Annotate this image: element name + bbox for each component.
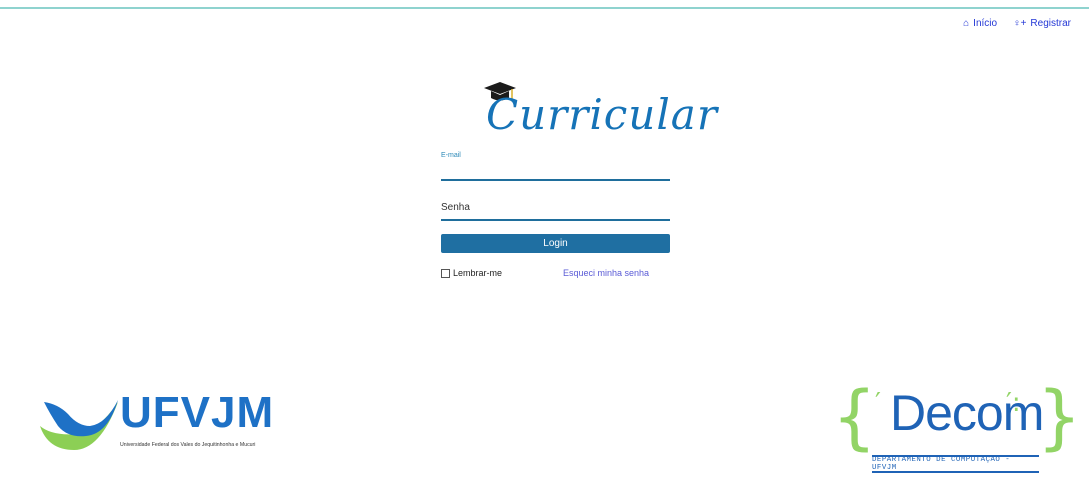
nav-register-label: Registrar: [1030, 18, 1071, 29]
decom-subtitle: DEPARTAMENTO DE COMPUTAÇÃO - UFVJM: [872, 455, 1039, 473]
nav-home-label: Início: [973, 18, 998, 29]
remember-label: Lembrar-me: [453, 268, 503, 278]
password-field[interactable]: Senha: [441, 196, 670, 221]
ufvjm-logo: UFVJM Universidade Federal dos Vales do …: [38, 388, 293, 452]
ufvjm-wordmark: UFVJM: [120, 388, 275, 437]
email-field[interactable]: E-mail: [441, 148, 670, 181]
decom-colon-mark: ′:: [1006, 388, 1021, 418]
remember-me[interactable]: Lembrar-me: [441, 268, 502, 278]
decom-quote-mark: ′: [875, 388, 881, 418]
ufvjm-emblem-icon: [40, 400, 118, 450]
top-accent-bar: [0, 0, 1089, 9]
nav-register-link[interactable]: ♀+ Registrar: [1013, 18, 1071, 29]
decom-logo: { ′ Decom ′: } DEPARTAMENTO DE COMPUTAÇÃ…: [832, 376, 1082, 474]
forgot-password-link[interactable]: Esqueci minha senha: [563, 268, 649, 278]
top-navigation: ⌂ Início ♀+ Registrar: [963, 18, 1071, 29]
curricular-logo: Curricular: [470, 80, 717, 150]
remember-checkbox[interactable]: [441, 268, 450, 278]
house-icon: ⌂: [963, 18, 970, 29]
login-button[interactable]: Login: [441, 234, 670, 253]
ufvjm-subtitle: Universidade Federal dos Vales do Jequit…: [120, 442, 256, 448]
user-plus-icon: ♀+: [1013, 18, 1027, 29]
decom-left-brace: {: [832, 376, 877, 458]
password-label: Senha: [441, 202, 470, 213]
email-label: E-mail: [441, 152, 461, 159]
decom-right-brace: }: [1037, 376, 1082, 458]
nav-home-link[interactable]: ⌂ Início: [963, 18, 997, 29]
curricular-wordmark: Curricular: [486, 90, 718, 139]
